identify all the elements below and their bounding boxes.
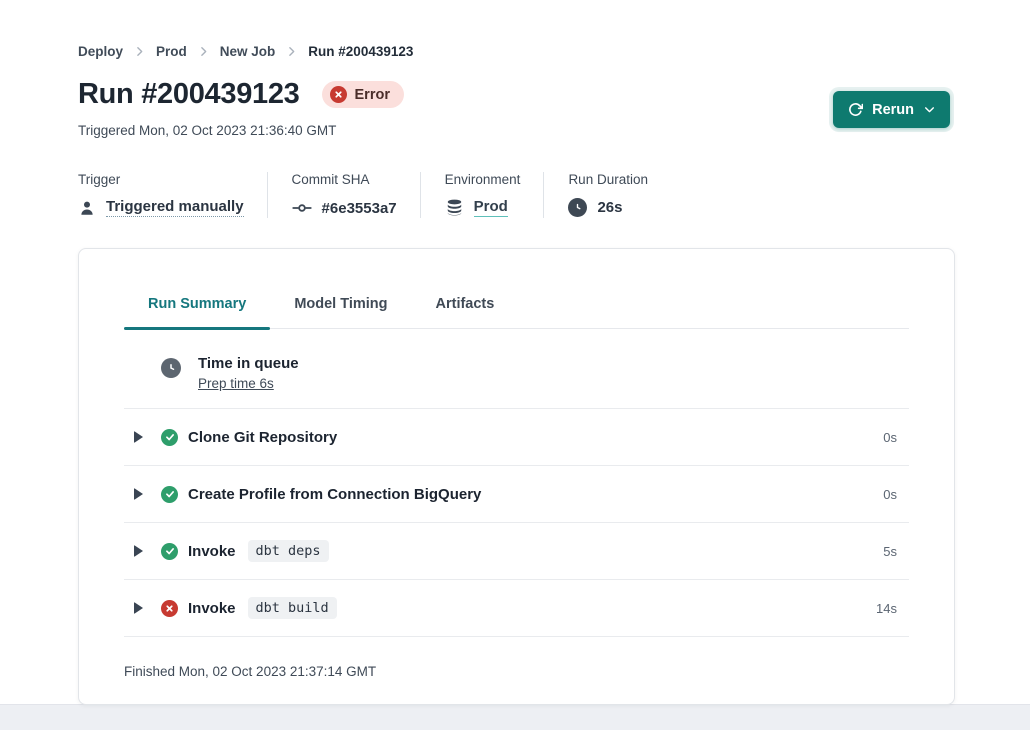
step-duration: 0s — [883, 487, 897, 502]
meta-run-duration: Run Duration 26s — [543, 172, 671, 218]
time-in-queue-row: Time in queue Prep time 6s — [124, 329, 909, 409]
step-row[interactable]: Create Profile from Connection BigQuery … — [124, 466, 909, 523]
time-in-queue-title: Time in queue — [198, 353, 299, 374]
step-command-chip: dbt build — [248, 597, 337, 619]
chevron-right-icon — [197, 45, 210, 58]
tab-run-summary[interactable]: Run Summary — [124, 294, 270, 328]
step-title: Clone Git Repository — [188, 429, 337, 446]
refresh-icon — [848, 102, 863, 117]
meta-duration-value: 26s — [597, 199, 622, 216]
expand-caret-icon[interactable] — [134, 431, 143, 443]
page-header: Run #200439123 Error — [78, 78, 404, 111]
chevron-right-icon — [285, 45, 298, 58]
breadcrumb-new-job[interactable]: New Job — [220, 44, 276, 59]
run-meta-row: Trigger Triggered manually Commit SHA #6… — [78, 172, 671, 218]
meta-trigger-value[interactable]: Triggered manually — [106, 198, 244, 217]
breadcrumb: Deploy Prod New Job Run #200439123 — [78, 44, 413, 59]
breadcrumb-prod[interactable]: Prod — [156, 44, 187, 59]
status-badge: Error — [322, 81, 404, 108]
meta-commit-value: #6e3553a7 — [322, 200, 397, 217]
step-row[interactable]: Clone Git Repository 0s — [124, 409, 909, 466]
page-title: Run #200439123 — [78, 78, 300, 111]
step-duration: 14s — [876, 601, 897, 616]
breadcrumb-run-number: Run #200439123 — [308, 44, 413, 59]
chevron-down-icon — [923, 103, 936, 116]
clock-icon — [161, 358, 181, 378]
step-row[interactable]: Invoke dbt build 14s — [124, 580, 909, 637]
run-details-card: Run Summary Model Timing Artifacts Time … — [78, 248, 955, 705]
step-title: Invoke — [188, 543, 236, 560]
error-icon — [330, 86, 347, 103]
expand-caret-icon[interactable] — [134, 545, 143, 557]
tab-model-timing[interactable]: Model Timing — [270, 294, 411, 328]
meta-commit-label: Commit SHA — [292, 172, 397, 187]
step-title: Invoke — [188, 600, 236, 617]
triggered-timestamp: Triggered Mon, 02 Oct 2023 21:36:40 GMT — [78, 123, 336, 138]
meta-environment-value[interactable]: Prod — [474, 198, 508, 217]
expand-caret-icon[interactable] — [134, 602, 143, 614]
tab-artifacts[interactable]: Artifacts — [412, 294, 519, 328]
rerun-button-label: Rerun — [872, 102, 914, 118]
step-command-chip: dbt deps — [248, 540, 329, 562]
step-list: Clone Git Repository 0s Create Profile f… — [124, 409, 909, 637]
status-badge-label: Error — [355, 87, 390, 103]
step-row[interactable]: Invoke dbt deps 5s — [124, 523, 909, 580]
database-icon — [445, 198, 464, 217]
commit-icon — [292, 198, 312, 218]
step-title: Create Profile from Connection BigQuery — [188, 486, 481, 503]
meta-trigger: Trigger Triggered manually — [78, 172, 267, 218]
expand-caret-icon[interactable] — [134, 488, 143, 500]
meta-environment-label: Environment — [445, 172, 521, 187]
page-background-strip — [0, 704, 1030, 730]
meta-environment: Environment Prod — [420, 172, 544, 218]
breadcrumb-deploy[interactable]: Deploy — [78, 44, 123, 59]
meta-duration-label: Run Duration — [568, 172, 648, 187]
clock-icon — [568, 198, 587, 217]
step-duration: 0s — [883, 430, 897, 445]
tab-bar: Run Summary Model Timing Artifacts — [124, 249, 909, 329]
success-icon — [161, 543, 178, 560]
chevron-right-icon — [133, 45, 146, 58]
rerun-button[interactable]: Rerun — [833, 91, 950, 128]
success-icon — [161, 429, 178, 446]
finished-timestamp: Finished Mon, 02 Oct 2023 21:37:14 GMT — [124, 637, 909, 679]
prep-time-link[interactable]: Prep time 6s — [198, 376, 274, 391]
error-icon — [161, 600, 178, 617]
success-icon — [161, 486, 178, 503]
person-icon — [78, 199, 96, 217]
meta-commit-sha: Commit SHA #6e3553a7 — [267, 172, 420, 218]
meta-trigger-label: Trigger — [78, 172, 244, 187]
step-duration: 5s — [883, 544, 897, 559]
